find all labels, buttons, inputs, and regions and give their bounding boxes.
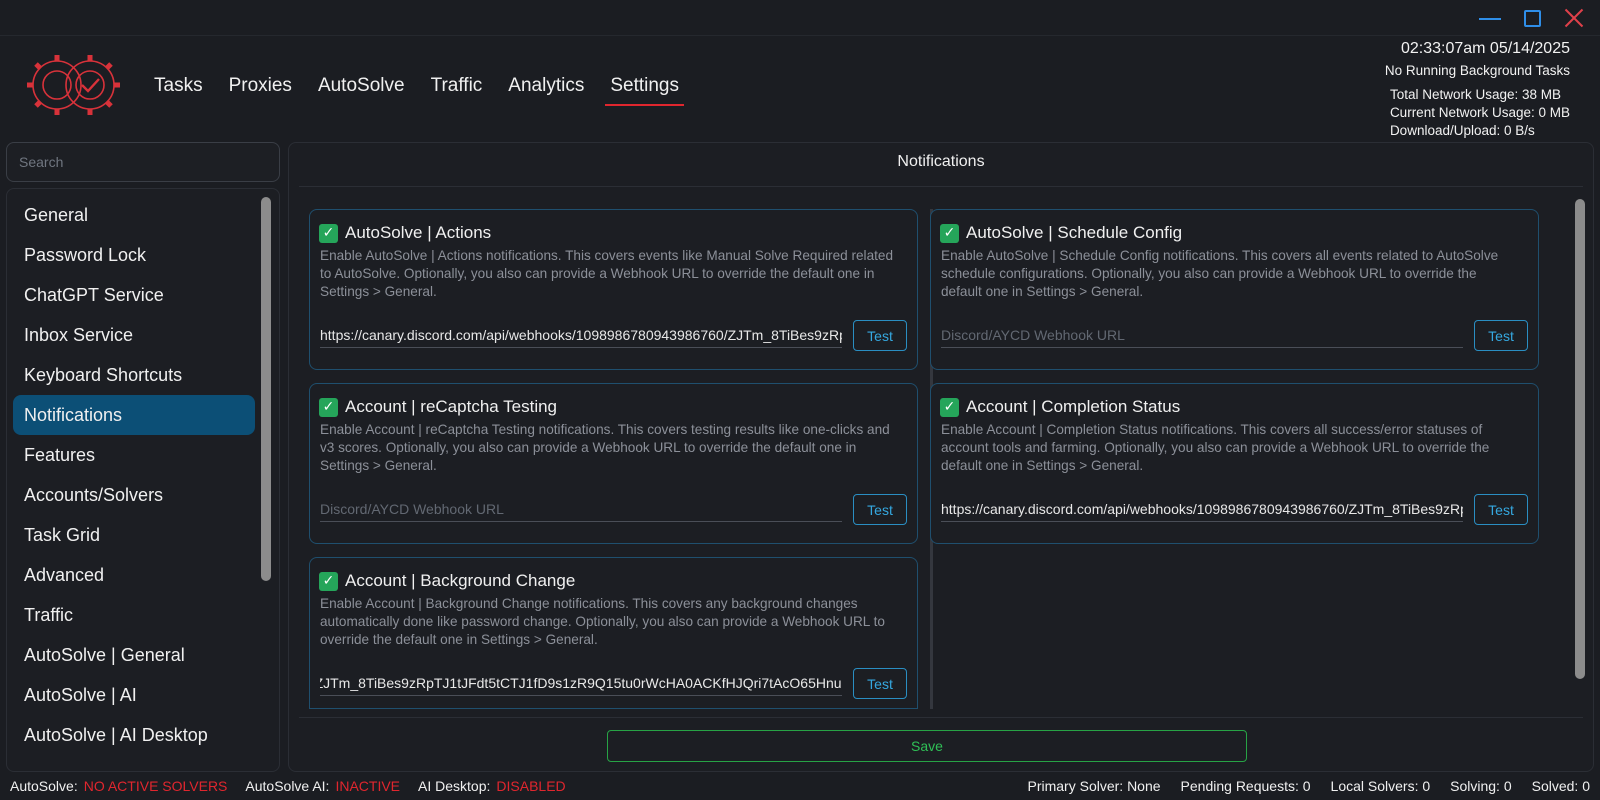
title-bar-divider [0, 35, 1600, 36]
test-button[interactable]: Test [1474, 494, 1528, 525]
notification-card-account-recaptcha-testing: ✓ Account | reCaptcha Testing Enable Acc… [309, 383, 918, 544]
content-scrollbar[interactable] [1575, 199, 1585, 679]
ai-desktop-status: AI Desktop: DISABLED [418, 778, 566, 794]
close-icon [1564, 8, 1584, 28]
status-block: 02:33:07am 05/14/2025 No Running Backgro… [1383, 38, 1570, 140]
autosolve-ai-status-label: AutoSolve AI: [245, 778, 330, 794]
title-divider [299, 186, 1583, 187]
sidebar-item-task-grid[interactable]: Task Grid [13, 515, 255, 555]
notifications-panel: Notifications ✓ AutoSolve | Actions Enab… [288, 142, 1594, 772]
sidebar-item-traffic[interactable]: Traffic [13, 595, 255, 635]
sidebar-item-keyboard-shortcuts[interactable]: Keyboard Shortcuts [13, 355, 255, 395]
autosolve-status-value: NO ACTIVE SOLVERS [83, 778, 228, 794]
card-title: Account | Completion Status [966, 397, 1181, 416]
sidebar-item-features[interactable]: Features [13, 435, 255, 475]
solved-count: Solved: 0 [1531, 778, 1590, 794]
gear-check-logo [27, 55, 120, 115]
search-input[interactable] [6, 142, 280, 182]
enabled-checkbox[interactable]: ✓ [940, 397, 959, 417]
nav-autosolve[interactable]: AutoSolve [318, 75, 405, 103]
network-stats: Total Network Usage: 38 MB Current Netwo… [1390, 86, 1570, 140]
pending-requests: Pending Requests: 0 [1180, 778, 1311, 794]
local-solvers: Local Solvers: 0 [1330, 778, 1431, 794]
sidebar-item-accounts-solvers[interactable]: Accounts/Solvers [13, 475, 255, 515]
notification-card-account-background-change: ✓ Account | Background Change Enable Acc… [309, 557, 918, 709]
webhook-url-input[interactable] [941, 322, 1463, 348]
sidebar-item-autosolve-ai[interactable]: AutoSolve | AI [13, 675, 255, 715]
solving-count: Solving: 0 [1450, 778, 1512, 794]
webhook-url-input[interactable] [320, 496, 842, 522]
settings-list: General Password Lock ChatGPT Service In… [13, 195, 255, 755]
maximize-icon [1523, 9, 1541, 27]
sidebar-scrollbar[interactable] [261, 197, 271, 581]
total-network-usage: Total Network Usage: 38 MB [1389, 87, 1562, 102]
card-description: Enable Account | Completion Status notif… [941, 422, 1490, 473]
test-button[interactable]: Test [1474, 320, 1528, 351]
webhook-url-input[interactable] [320, 322, 842, 348]
notification-card-account-completion-status: ✓ Account | Completion Status Enable Acc… [930, 383, 1539, 544]
save-button[interactable]: Save [607, 730, 1247, 762]
maximize-button[interactable] [1518, 6, 1546, 30]
card-description: Enable AutoSolve | Actions notifications… [320, 248, 894, 299]
ai-desktop-status-label: AI Desktop: [418, 778, 491, 794]
card-header: ✓ Account | Completion Status [940, 397, 1180, 417]
card-header: ✓ AutoSolve | Actions [319, 223, 491, 243]
nav-settings[interactable]: Settings [605, 75, 684, 106]
footer-divider [299, 717, 1583, 718]
sidebar-item-inbox-service[interactable]: Inbox Service [13, 315, 255, 355]
clock: 02:33:07am 05/14/2025 [1400, 40, 1570, 57]
card-header: ✓ Account | Background Change [319, 571, 575, 591]
minimize-button[interactable] [1476, 6, 1504, 30]
card-description: Enable Account | Background Change notif… [320, 596, 885, 647]
autosolve-status-label: AutoSolve: [10, 778, 78, 794]
settings-sidebar: General Password Lock ChatGPT Service In… [6, 188, 280, 772]
page-title: Notifications [897, 153, 985, 170]
card-title: Account | reCaptcha Testing [345, 397, 558, 416]
status-bar: AutoSolve: NO ACTIVE SOLVERS AutoSolve AI… [0, 778, 1600, 800]
current-network-usage: Current Network Usage: 0 MB [1389, 105, 1570, 120]
card-description: Enable AutoSolve | Schedule Config notif… [941, 248, 1499, 299]
ai-desktop-status-value: DISABLED [496, 778, 566, 794]
test-button[interactable]: Test [853, 320, 907, 351]
enabled-checkbox[interactable]: ✓ [319, 571, 338, 591]
notification-card-autosolve-schedule-config: ✓ AutoSolve | Schedule Config Enable Aut… [930, 209, 1539, 370]
sidebar-item-chatgpt-service[interactable]: ChatGPT Service [13, 275, 255, 315]
download-upload-rate: Download/Upload: 0 B/s [1389, 123, 1535, 138]
sidebar-item-notifications[interactable]: Notifications [13, 395, 255, 435]
webhook-url-input[interactable] [941, 496, 1463, 522]
enabled-checkbox[interactable]: ✓ [319, 223, 338, 243]
webhook-url-input[interactable] [320, 670, 842, 696]
autosolve-ai-status: AutoSolve AI: INACTIVE [245, 778, 400, 794]
card-header: ✓ AutoSolve | Schedule Config [940, 223, 1182, 243]
enabled-checkbox[interactable]: ✓ [940, 223, 959, 243]
sidebar-item-advanced[interactable]: Advanced [13, 555, 255, 595]
sidebar-item-autosolve-ai-desktop[interactable]: AutoSolve | AI Desktop [13, 715, 255, 755]
enabled-checkbox[interactable]: ✓ [319, 397, 338, 417]
card-description: Enable Account | reCaptcha Testing notif… [320, 422, 890, 473]
main-nav: Tasks Proxies AutoSolve Traffic Analytic… [154, 75, 705, 106]
status-bar-left: AutoSolve: NO ACTIVE SOLVERS AutoSolve AI… [10, 778, 566, 794]
nav-traffic[interactable]: Traffic [431, 75, 483, 103]
test-button[interactable]: Test [853, 668, 907, 699]
window-controls [1476, 6, 1588, 30]
test-button[interactable]: Test [853, 494, 907, 525]
card-title: AutoSolve | Actions [345, 223, 492, 242]
background-tasks-status: No Running Background Tasks [1384, 63, 1570, 78]
autosolve-status: AutoSolve: NO ACTIVE SOLVERS [10, 778, 227, 794]
card-title: AutoSolve | Schedule Config [966, 223, 1183, 242]
sidebar-item-general[interactable]: General [13, 195, 255, 235]
close-button[interactable] [1560, 6, 1588, 30]
autosolve-ai-status-value: INACTIVE [335, 778, 401, 794]
status-bar-right: Primary Solver: None Pending Requests: 0… [1028, 778, 1591, 794]
minimize-icon [1479, 18, 1501, 20]
primary-solver: Primary Solver: None [1027, 778, 1161, 794]
sidebar-item-password-lock[interactable]: Password Lock [13, 235, 255, 275]
nav-analytics[interactable]: Analytics [508, 75, 584, 103]
nav-tasks[interactable]: Tasks [154, 75, 203, 103]
sidebar-item-autosolve-general[interactable]: AutoSolve | General [13, 635, 255, 675]
card-header: ✓ Account | reCaptcha Testing [319, 397, 557, 417]
nav-proxies[interactable]: Proxies [229, 75, 292, 103]
card-title: Account | Background Change [345, 571, 576, 590]
notification-card-autosolve-actions: ✓ AutoSolve | Actions Enable AutoSolve |… [309, 209, 918, 370]
